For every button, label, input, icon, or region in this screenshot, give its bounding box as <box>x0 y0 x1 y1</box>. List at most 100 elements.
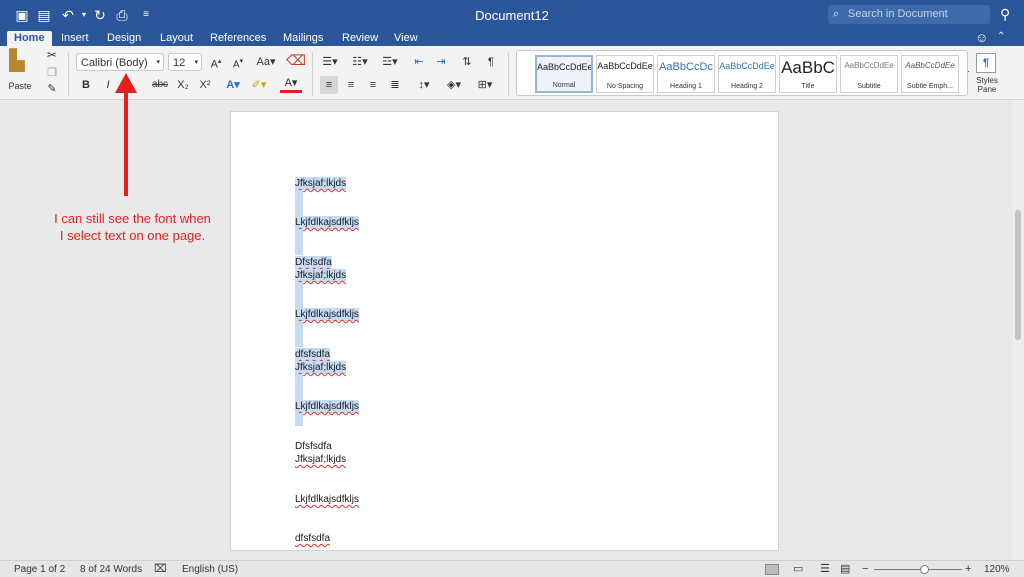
tab-insert[interactable]: Insert <box>61 31 89 46</box>
decrease-indent-icon[interactable]: ⇤ <box>410 53 428 71</box>
style-label: Subtle Emph... <box>907 83 953 90</box>
outline-view-icon[interactable]: ☰ <box>820 563 830 576</box>
sort-icon[interactable]: ⇅ <box>458 53 476 71</box>
collapse-ribbon-icon[interactable]: ⌃ <box>997 31 1005 42</box>
tab-view[interactable]: View <box>394 31 418 46</box>
search-input[interactable]: ⌕ Search in Document <box>828 5 990 24</box>
align-center-icon[interactable]: ≡ <box>342 76 360 94</box>
borders-icon[interactable]: ⊞▾ <box>472 76 498 94</box>
paste-label[interactable]: Paste <box>3 77 37 95</box>
align-left-icon[interactable]: ≡ <box>320 76 338 94</box>
paste-icon[interactable]: ▙ <box>6 51 28 71</box>
smiley-icon[interactable]: ☺ <box>975 30 988 45</box>
shrink-font-icon[interactable]: A▾ <box>229 53 247 74</box>
doc-line[interactable]: Jfksjaf;lkjds <box>295 361 347 374</box>
font-color-icon[interactable]: A▾ <box>280 76 302 93</box>
annotation-text: I can still see the font when I select t… <box>40 210 225 244</box>
zoom-slider[interactable] <box>874 569 962 570</box>
styles-pane-label[interactable]: Styles Pane <box>968 76 1006 94</box>
shading-icon[interactable]: ◈▾ <box>442 76 466 94</box>
annotation-line-2: I select text on one page. <box>59 228 206 243</box>
tab-home[interactable]: Home <box>7 31 52 46</box>
line-spacing-icon[interactable]: ↕▾ <box>412 76 436 94</box>
style-heading-2[interactable]: AaBbCcDdEe Heading 2 <box>718 55 776 93</box>
doc-line[interactable]: dfsfsdfa <box>295 348 331 361</box>
styles-pane-icon[interactable]: ¶ <box>976 53 996 73</box>
style-no-spacing[interactable]: AaBbCcDdEe No Spacing <box>596 55 654 93</box>
multilevel-list-icon[interactable]: ☲▾ <box>378 53 402 71</box>
increase-indent-icon[interactable]: ⇥ <box>432 53 450 71</box>
strikethrough-button[interactable]: abc <box>150 76 170 94</box>
doc-line[interactable]: Jfksjaf;lkjds <box>295 453 346 466</box>
doc-line[interactable]: Jfksjaf;lkjds <box>295 269 347 282</box>
selection-blank <box>295 295 303 308</box>
page-count[interactable]: Page 1 of 2 <box>14 563 65 576</box>
doc-line[interactable]: Jfksjaf;lkjds <box>295 177 347 190</box>
style-title[interactable]: AaBbC Title <box>779 55 837 93</box>
font-size-dropdown[interactable]: 12 ▾ <box>168 53 202 71</box>
style-heading-1[interactable]: AaBbCcDc Heading 1 <box>657 55 715 93</box>
style-normal[interactable]: AaBbCcDdEe Normal <box>535 55 593 93</box>
grow-font-icon[interactable]: A▴ <box>207 53 225 74</box>
style-subtitle[interactable]: AaBbCcDdEe Subtitle <box>840 55 898 93</box>
doc-line[interactable]: Dfsfsdfa <box>295 256 332 269</box>
doc-line[interactable]: Lkjfdlkajsdfkljs <box>295 400 359 413</box>
tab-references[interactable]: References <box>210 31 266 46</box>
style-sample: AaBbC <box>781 58 835 77</box>
print-layout-icon[interactable] <box>765 564 779 575</box>
share-icon[interactable]: ⚲ <box>1000 6 1010 23</box>
numbering-icon[interactable]: ☷▾ <box>348 53 372 71</box>
zoom-level[interactable]: 120% <box>984 563 1010 576</box>
tab-mailings[interactable]: Mailings <box>283 31 323 46</box>
highlight-icon[interactable]: ✐▾ <box>248 76 270 94</box>
tab-review[interactable]: Review <box>342 31 378 46</box>
zoom-in-icon[interactable]: + <box>965 563 971 576</box>
bold-button[interactable]: B <box>78 76 94 94</box>
style-sample: AaBbCcDdEe <box>719 61 775 71</box>
title-bar: ▣ ▤ ↶ ▾ ↻ ⎙ ≡ Document12 ⌕ Search in Doc… <box>0 0 1024 30</box>
style-sample: AaBbCcDdEe <box>905 61 955 70</box>
style-label: Title <box>801 83 815 90</box>
show-formatting-icon[interactable]: ¶ <box>482 53 500 71</box>
doc-line[interactable]: Lkjfdlkajsdfkljs <box>295 216 359 229</box>
doc-line[interactable]: Lkjfdlkajsdfkljs <box>295 308 359 321</box>
doc-line[interactable]: Lkjfdlkajsdfkljs <box>295 493 359 506</box>
style-gallery: AaBbCcDdEe Normal AaBbCcDdEe No Spacing … <box>516 50 968 96</box>
focus-view-icon[interactable]: ▤ <box>840 563 850 576</box>
style-sample: AaBbCcDdEe <box>597 61 653 71</box>
bullets-icon[interactable]: ☰▾ <box>318 53 342 71</box>
zoom-slider-knob[interactable] <box>920 565 929 574</box>
word-count[interactable]: 8 of 24 Words <box>80 563 142 576</box>
style-label: Heading 2 <box>731 83 763 90</box>
cut-icon[interactable]: ✂ <box>44 46 60 64</box>
change-case-icon[interactable]: Aa▾ <box>254 53 278 71</box>
style-sample: AaBbCcDdEe <box>537 62 591 72</box>
language[interactable]: English (US) <box>182 563 238 576</box>
justify-icon[interactable]: ≣ <box>386 76 404 94</box>
selection-blank <box>295 282 303 295</box>
scrollbar-thumb[interactable] <box>1015 210 1021 340</box>
tab-layout[interactable]: Layout <box>160 31 193 46</box>
style-subtle-emphasis[interactable]: AaBbCcDdEe Subtle Emph... <box>901 55 959 93</box>
superscript-button[interactable]: X² <box>196 76 214 94</box>
search-icon: ⌕ <box>833 8 840 20</box>
proofing-icon[interactable]: ⌧ <box>154 563 167 576</box>
selection-blank <box>295 413 303 426</box>
text-effects-icon[interactable]: A▾ <box>222 76 244 94</box>
tab-design[interactable]: Design <box>107 31 141 46</box>
subscript-button[interactable]: X₂ <box>174 76 192 94</box>
clear-formatting-icon[interactable]: ⌫ <box>286 51 306 69</box>
doc-line[interactable]: dfsfsdfa <box>295 532 330 545</box>
vertical-scrollbar[interactable] <box>1012 100 1024 560</box>
align-right-icon[interactable]: ≡ <box>364 76 382 94</box>
zoom-out-icon[interactable]: − <box>862 563 868 576</box>
format-painter-icon[interactable]: ✎ <box>44 80 60 98</box>
font-name-dropdown[interactable]: Calibri (Body) ▾ <box>76 53 164 71</box>
web-layout-icon[interactable]: ▭ <box>793 563 803 576</box>
style-sample: AaBbCcDc <box>659 61 713 73</box>
doc-line[interactable]: Dfsfsdfa <box>295 440 332 453</box>
document-page[interactable]: Jfksjaf;lkjds Lkjfdlkajsdfkljs Dfsfsdfa … <box>230 111 779 551</box>
style-sample: AaBbCcDdEe <box>844 61 894 70</box>
status-bar: Page 1 of 2 8 of 24 Words ⌧ English (US)… <box>0 560 1024 577</box>
italic-button[interactable]: I <box>100 76 116 94</box>
